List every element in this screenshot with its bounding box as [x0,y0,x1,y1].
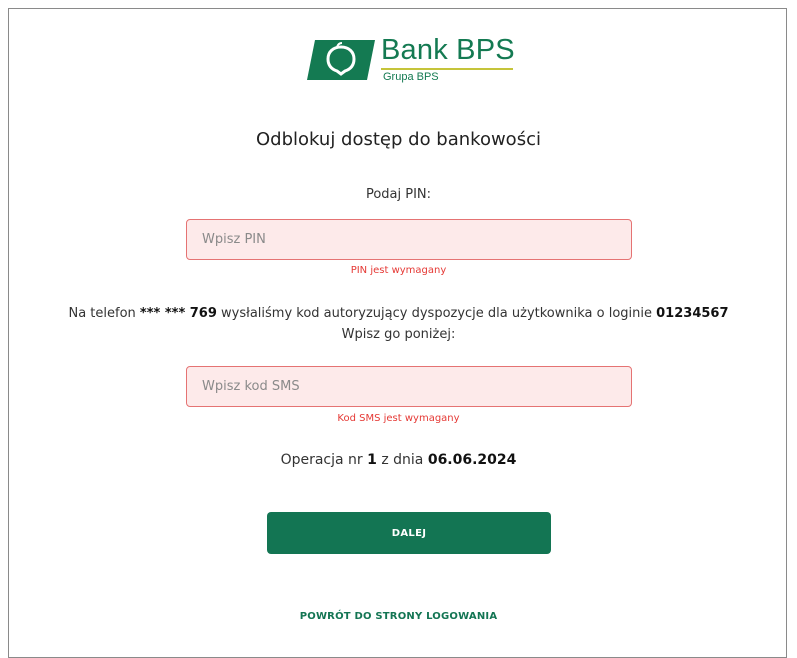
pin-error-message: PIN jest wymagany [350,265,447,276]
operation-prefix: Operacja nr [280,452,368,468]
operation-date: 06.06.2024 [427,452,517,468]
sms-info-text: Na telefon *** *** 769 wysłaliśmy kod au… [0,303,797,345]
sms-error-message: Kod SMS jest wymagany [337,413,460,424]
bank-group-name: Grupa BPS [383,71,439,83]
user-login: 01234567 [656,306,729,321]
sms-info-instruction: Wpisz go poniżej: [341,327,456,342]
bank-name: Bank BPS [381,34,515,66]
sms-code-input[interactable] [186,366,632,407]
operation-date-prefix: z dnia [381,452,428,468]
bank-logo: Bank BPS Grupa BPS [303,28,523,98]
pin-input[interactable] [186,219,632,260]
masked-phone-number: *** *** 769 [139,306,217,321]
operation-info: Operacja nr 1 z dnia 06.06.2024 [0,452,797,468]
next-button[interactable]: DALEJ [267,512,551,554]
back-to-login-link[interactable]: POWRÓT DO STRONY LOGOWANIA [0,611,797,622]
sms-info-middle: wysłaliśmy kod autoryzujący dyspozycje d… [216,306,657,321]
logo-underline [381,68,513,70]
bps-logo-icon [307,40,375,80]
page-title: Odblokuj dostęp do bankowości [256,129,541,150]
sms-info-prefix: Na telefon [68,306,140,321]
operation-number: 1 [367,452,377,468]
pin-label: Podaj PIN: [365,187,432,202]
